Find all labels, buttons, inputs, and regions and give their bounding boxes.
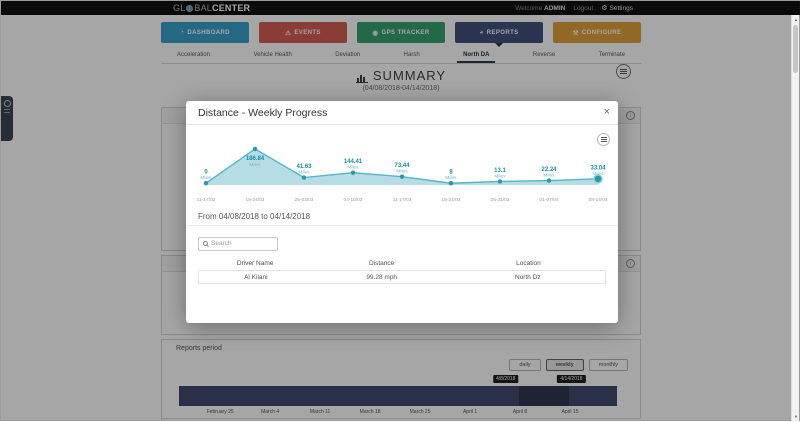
- search-icon: [203, 241, 208, 246]
- svg-text:Miles: Miles: [249, 162, 261, 168]
- svg-text:144.41: 144.41: [344, 159, 363, 165]
- modal-title: Distance - Weekly Progress: [198, 107, 327, 119]
- cell-distance: 99.28 mph: [313, 274, 451, 281]
- svg-text:13.1: 13.1: [494, 168, 506, 174]
- svg-text:33.04: 33.04: [590, 165, 606, 171]
- close-icon[interactable]: ×: [604, 104, 610, 120]
- scrollbar-thumb[interactable]: [793, 25, 798, 73]
- column-driver-name: Driver Name: [198, 260, 312, 267]
- drivers-table: Driver Name Distance Location Al Kilani …: [198, 256, 606, 284]
- date-range-text: From 04/08/2018 to 04/14/2018: [198, 212, 606, 221]
- cell-driver-name: Al Kilani: [199, 274, 313, 281]
- svg-text:Miles: Miles: [200, 175, 212, 181]
- table-row[interactable]: Al Kilani 99.28 mph North Dz: [198, 270, 606, 284]
- divider: [186, 225, 618, 226]
- x-axis-label: 25-03/03: [295, 198, 314, 203]
- svg-text:Miles: Miles: [396, 169, 408, 175]
- chart-axis-labels: 11-17/02 18-24/02 25-03/03 04-10/03 11-17/03…: [196, 198, 608, 206]
- x-axis-label: 25-31/03: [491, 198, 510, 203]
- column-distance: Distance: [312, 260, 451, 267]
- search-input[interactable]: [211, 240, 273, 247]
- weekly-progress-modal: Distance - Weekly Progress × 0Miles186.8…: [186, 101, 618, 323]
- scrollbar[interactable]: ▲ ▼: [791, 15, 799, 422]
- column-location: Location: [451, 260, 606, 267]
- area-chart-svg: 0Miles186.84Miles41.63Miles144.41Miles73…: [196, 129, 608, 193]
- modal-header: Distance - Weekly Progress ×: [186, 101, 618, 125]
- svg-text:0: 0: [204, 170, 208, 176]
- svg-text:Miles: Miles: [494, 173, 506, 179]
- svg-text:Miles: Miles: [298, 170, 310, 176]
- svg-text:Miles: Miles: [543, 173, 555, 179]
- x-axis-label: 01-07/04: [540, 198, 559, 203]
- scroll-up-arrow[interactable]: ▲: [792, 17, 800, 22]
- cell-location: North Dz: [451, 274, 605, 281]
- svg-text:8: 8: [449, 170, 453, 176]
- svg-text:Miles: Miles: [445, 175, 457, 181]
- x-axis-label: 18-24/03: [442, 198, 461, 203]
- page: GLBALCENTER Welcome ADMIN Logout Setting…: [1, 1, 799, 420]
- svg-text:73.44: 73.44: [394, 163, 410, 169]
- x-axis-label: 11-17/03: [393, 198, 412, 203]
- svg-text:22.24: 22.24: [541, 167, 557, 173]
- x-axis-label: 04-10/03: [344, 198, 363, 203]
- table-header-row: Driver Name Distance Location: [198, 256, 606, 270]
- x-axis-label: 08-14/04: [589, 198, 608, 203]
- x-axis-label: 18-24/02: [246, 198, 265, 203]
- x-axis-label: 11-17/02: [197, 198, 216, 203]
- svg-text:186.84: 186.84: [246, 156, 265, 162]
- svg-text:Miles: Miles: [592, 171, 604, 177]
- scroll-down-arrow[interactable]: ▼: [792, 414, 800, 419]
- svg-text:41.63: 41.63: [296, 164, 312, 170]
- search-box: [198, 237, 278, 251]
- svg-text:Miles: Miles: [347, 165, 359, 171]
- weekly-area-chart: 0Miles186.84Miles41.63Miles144.41Miles73…: [196, 129, 608, 206]
